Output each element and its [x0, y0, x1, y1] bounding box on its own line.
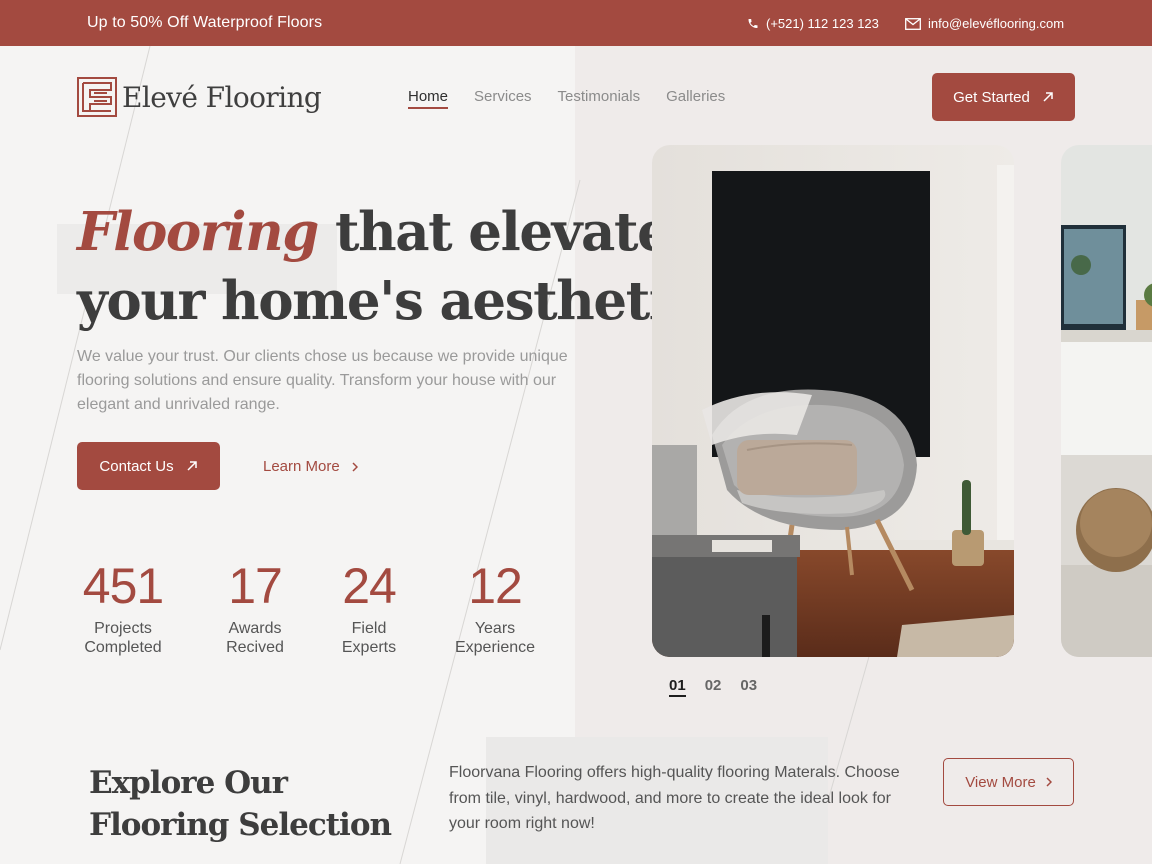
learn-more-link[interactable]: Learn More [263, 458, 358, 475]
slider-page-1[interactable]: 01 [669, 677, 686, 697]
stat-label-line2: Experience [454, 639, 536, 656]
phone-contact[interactable]: (+521) 112 123 123 [747, 16, 879, 31]
explore-title: Explore Our Flooring Selection [89, 765, 392, 843]
stat-experts: 24 Field Experts [334, 558, 404, 657]
stat-label-line2: Experts [341, 639, 397, 656]
chevron-right-icon [352, 461, 358, 472]
slider-pagination: 01 02 03 [669, 677, 757, 697]
get-started-label: Get Started [953, 88, 1030, 106]
hero-title-line2: your home's aesthetic [77, 270, 700, 332]
main-nav: Home Services Testimonials Galleries [408, 88, 725, 109]
nav-item-galleries[interactable]: Galleries [666, 88, 725, 109]
brand-name: Elevé Flooring [122, 80, 322, 114]
stat-years: 12 Years Experience [450, 558, 540, 657]
arrow-up-right-icon [1043, 92, 1053, 102]
email-contact[interactable]: info@elevéflooring.com [905, 16, 1064, 31]
hero-title: Flooring that elevates your home's aesth… [77, 198, 700, 336]
chair-room-illustration [652, 145, 1014, 657]
living-room-illustration [1061, 145, 1152, 657]
nav-item-testimonials[interactable]: Testimonials [558, 88, 641, 109]
maze-logo-icon [77, 77, 117, 117]
explore-description: Floorvana Flooring offers high-quality f… [449, 764, 900, 832]
stat-value: 17 [228, 558, 283, 614]
email-address: info@elevéflooring.com [928, 16, 1065, 31]
stat-value: 12 [468, 558, 523, 614]
view-more-button[interactable]: View More [943, 758, 1074, 806]
stat-awards: 17 Awards Recived [220, 558, 290, 657]
stat-projects: 451 Projects Completed [77, 558, 169, 657]
stat-label-line1: Field [351, 620, 387, 637]
contact-us-button[interactable]: Contact Us [77, 442, 220, 490]
hero-title-accent: Flooring [77, 201, 319, 263]
slider-page-3[interactable]: 03 [740, 677, 757, 697]
nav-item-home[interactable]: Home [408, 88, 449, 109]
get-started-button[interactable]: Get Started [932, 73, 1075, 121]
stat-value: 451 [82, 558, 164, 614]
chevron-right-icon [1046, 777, 1052, 787]
arrow-up-right-icon [187, 461, 197, 471]
nav-item-services[interactable]: Services [474, 88, 532, 109]
hero-photo-chair[interactable] [652, 145, 1014, 657]
stat-label-line1: Years [474, 620, 516, 637]
hero-title-rest: that elevates [334, 201, 699, 263]
contact-us-label: Contact Us [99, 457, 174, 475]
phone-number: (+521) 112 123 123 [766, 16, 879, 31]
view-more-label: View More [965, 773, 1036, 791]
promo-bar: Up to 50% Off Waterproof Floors (+521) 1… [0, 0, 1152, 46]
brand-logo[interactable]: Elevé Flooring [77, 77, 322, 117]
slider-page-2[interactable]: 02 [705, 677, 722, 697]
phone-icon [748, 19, 758, 28]
mail-icon [905, 17, 921, 30]
hero-photo-living-room[interactable] [1061, 145, 1152, 657]
stat-value: 24 [342, 558, 397, 614]
hero-description: We value your trust. Our clients chose u… [77, 348, 568, 413]
stat-label-line1: Awards [228, 620, 282, 637]
stat-label-line2: Completed [84, 639, 162, 656]
stat-label-line1: Projects [94, 620, 152, 637]
stat-label-line2: Recived [226, 639, 284, 656]
learn-more-label: Learn More [263, 458, 340, 475]
promo-text: Up to 50% Off Waterproof Floors [87, 14, 323, 31]
